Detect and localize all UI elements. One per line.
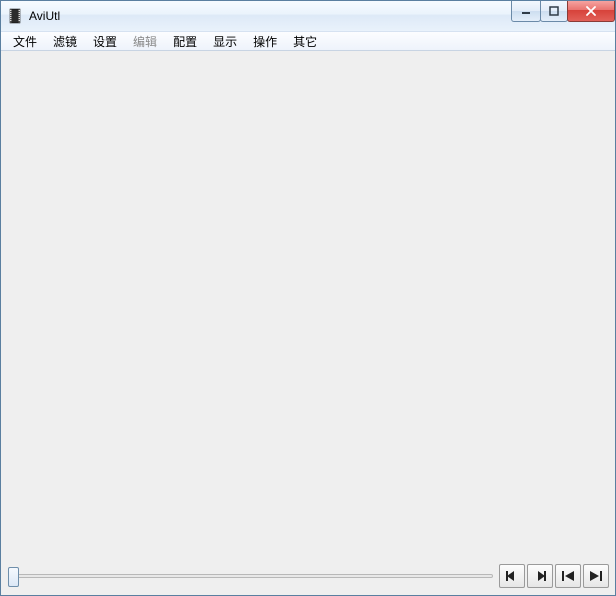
window-controls xyxy=(512,1,615,22)
menu-operation[interactable]: 操作 xyxy=(245,31,285,52)
transport-bar xyxy=(7,559,609,589)
minimize-button[interactable] xyxy=(511,1,541,22)
seek-track xyxy=(9,574,493,578)
preview-canvas xyxy=(7,53,609,559)
close-button[interactable] xyxy=(567,1,615,22)
menu-file[interactable]: 文件 xyxy=(5,31,45,52)
window-title: AviUtl xyxy=(29,9,60,23)
app-icon xyxy=(7,8,23,24)
menu-settings[interactable]: 设置 xyxy=(85,31,125,52)
menu-view[interactable]: 显示 xyxy=(205,31,245,52)
menu-filter[interactable]: 滤镜 xyxy=(45,31,85,52)
skip-end-button[interactable] xyxy=(583,564,609,588)
menu-edit[interactable]: 编辑 xyxy=(125,31,165,52)
step-back-icon xyxy=(505,570,519,582)
step-forward-button[interactable] xyxy=(527,564,553,588)
skip-end-icon xyxy=(589,570,603,582)
menu-other[interactable]: 其它 xyxy=(285,31,325,52)
app-window: AviUtl 文件 滤镜 设置 编辑 配置 显示 操作 其它 xyxy=(0,0,616,596)
step-back-button[interactable] xyxy=(499,564,525,588)
step-forward-icon xyxy=(533,570,547,582)
skip-start-icon xyxy=(561,570,575,582)
seek-slider[interactable] xyxy=(7,565,495,587)
maximize-button[interactable] xyxy=(540,1,568,22)
frame-nav-buttons xyxy=(499,564,609,588)
menubar: 文件 滤镜 设置 编辑 配置 显示 操作 其它 xyxy=(1,31,615,51)
seek-thumb[interactable] xyxy=(8,567,19,587)
skip-start-button[interactable] xyxy=(555,564,581,588)
client-area xyxy=(1,51,615,595)
menu-profile[interactable]: 配置 xyxy=(165,31,205,52)
titlebar[interactable]: AviUtl xyxy=(1,1,615,31)
